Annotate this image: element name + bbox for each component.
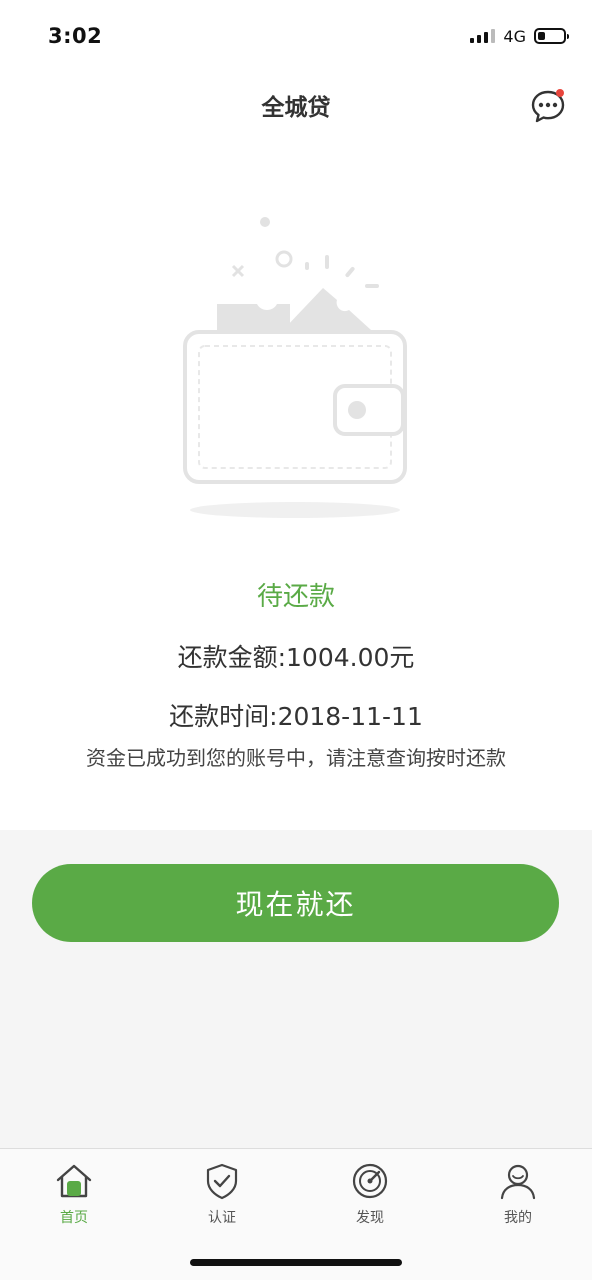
tab-label: 首页 [60,1210,88,1226]
status-time: 3:02 [48,24,103,48]
network-type: 4G [503,26,526,46]
compass-icon [352,1163,388,1199]
user-icon [500,1164,536,1200]
status-indicators: 4G [470,26,569,46]
repay-now-button[interactable]: 现在就还 [32,864,559,942]
empty-wallet-icon [165,210,427,530]
repayment-notice: 资金已成功到您的账号中，请注意查询按时还款 [86,746,506,770]
notification-dot [556,89,564,97]
tab-home[interactable]: 首页 [0,1149,148,1280]
signal-icon [470,29,496,43]
tab-label: 我的 [504,1210,532,1226]
home-indicator[interactable] [190,1259,402,1266]
shield-check-icon [206,1163,238,1200]
tab-label: 认证 [208,1210,236,1226]
tab-profile[interactable]: 我的 [444,1149,592,1280]
status-bar: 3:02 4G [0,0,592,72]
repayment-date: 还款时间:2018-11-11 [169,702,423,731]
chat-bubble-icon[interactable] [530,88,566,124]
repayment-amount: 还款金额:1004.00元 [177,643,415,672]
battery-icon [534,28,569,44]
app-header: 全城贷 [0,72,592,138]
tab-label: 发现 [356,1210,384,1226]
repayment-status: 待还款 [256,582,335,612]
home-icon [56,1164,92,1198]
page-title: 全城贷 [261,95,331,121]
